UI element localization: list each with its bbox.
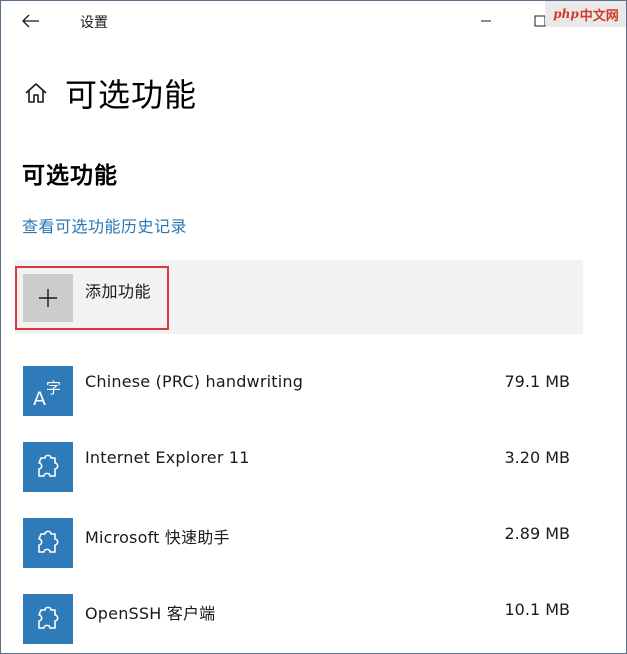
- site-watermark: php 中文网: [545, 1, 626, 27]
- feature-item-quick-assist[interactable]: Microsoft 快速助手 2.89 MB: [23, 518, 579, 594]
- page-title: 可选功能: [65, 76, 198, 114]
- puzzle-icon: [23, 442, 73, 492]
- feature-size: 79.1 MB: [504, 372, 571, 391]
- title-bar: 设置: [1, 1, 626, 45]
- home-button[interactable]: [21, 78, 51, 108]
- puzzle-icon: [23, 518, 73, 568]
- back-arrow-icon: [22, 14, 39, 28]
- watermark-en: php: [553, 7, 579, 21]
- minimize-icon: [481, 20, 491, 22]
- svg-text:字: 字: [46, 379, 61, 397]
- home-icon: [25, 83, 47, 103]
- app-title: 设置: [80, 15, 108, 31]
- add-feature-button[interactable]: 添加功能: [23, 274, 165, 322]
- feature-size: 10.1 MB: [504, 600, 571, 619]
- add-feature-label: 添加功能: [85, 282, 152, 301]
- back-button[interactable]: [11, 7, 51, 35]
- view-history-link[interactable]: 查看可选功能历史记录: [22, 213, 187, 237]
- page-header: 可选功能: [21, 71, 197, 115]
- puzzle-icon: [23, 594, 73, 644]
- svg-text:A: A: [33, 388, 46, 408]
- watermark-cn: 中文网: [579, 8, 619, 24]
- language-icon: A 字: [23, 366, 73, 416]
- feature-item-chinese-handwriting[interactable]: A 字 Chinese (PRC) handwriting 79.1 MB: [23, 366, 579, 442]
- add-icon-box: [23, 274, 73, 322]
- section-title: 可选功能: [22, 163, 118, 189]
- feature-name: Internet Explorer 11: [85, 448, 250, 467]
- feature-name: Microsoft 快速助手: [85, 528, 230, 547]
- feature-name: Chinese (PRC) handwriting: [85, 372, 304, 391]
- installed-features-list: A 字 Chinese (PRC) handwriting 79.1 MB In…: [23, 366, 579, 653]
- feature-size: 3.20 MB: [504, 448, 571, 467]
- feature-item-openssh-client[interactable]: OpenSSH 客户端 10.1 MB: [23, 594, 579, 653]
- add-feature-area: 添加功能: [15, 260, 583, 334]
- minimize-button[interactable]: [463, 5, 509, 37]
- settings-window: 设置 php 中文网 可选功能 可选功能 查看可选功能历史记录 添加功能 A 字…: [0, 0, 627, 654]
- plus-icon: [39, 289, 57, 307]
- feature-size: 2.89 MB: [504, 524, 571, 543]
- feature-item-internet-explorer[interactable]: Internet Explorer 11 3.20 MB: [23, 442, 579, 518]
- feature-name: OpenSSH 客户端: [85, 604, 216, 623]
